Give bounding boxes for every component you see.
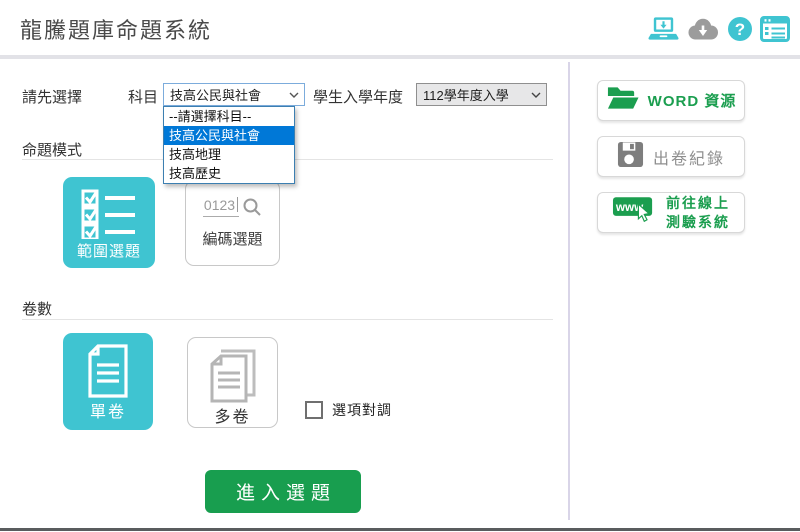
stacked-documents-icon [207,347,259,403]
help-icon[interactable]: ? [727,16,753,42]
exam-record-label: 出卷紀錄 [653,145,725,169]
single-paper-button[interactable]: 單卷 [63,333,153,430]
code-search-icon: 0123 [203,197,262,217]
range-select-label: 範圍選題 [77,240,141,261]
enroll-year-select[interactable]: 112學年度入學 [416,83,547,106]
paper-section-title: 卷數 [22,298,52,319]
dropdown-option-history[interactable]: 技高歷史 [164,164,294,183]
subject-label: 科目 [128,86,158,107]
word-resource-button[interactable]: WORD 資源 [597,80,745,121]
exam-list-icon[interactable] [760,16,790,42]
code-sample-text: 0123 [204,197,235,213]
chevron-down-icon [531,92,541,98]
online-test-button[interactable]: www 前往線上 測驗系統 [597,192,745,233]
vertical-divider [568,62,570,520]
subject-select[interactable]: 技高公民與社會 [163,83,305,106]
code-select-label: 編碼選題 [202,228,262,249]
online-test-label: 前往線上 測驗系統 [666,194,730,230]
swap-options-checkbox[interactable] [305,401,323,419]
floppy-disk-icon [617,141,644,173]
select-first-label: 請先選擇 [22,86,82,107]
app-window: 龍騰題庫命題系統 ? [0,0,800,532]
swap-options-label: 選項對調 [332,400,392,420]
single-document-icon [86,344,130,398]
bottom-border [0,528,800,531]
dropdown-option-civics[interactable]: 技高公民與社會 [164,126,294,145]
enroll-year-select-value: 112學年度入學 [423,85,509,104]
chevron-down-icon [289,92,299,98]
word-resource-label: WORD 資源 [648,90,737,111]
svg-text:?: ? [735,20,745,39]
section-divider [22,319,553,320]
subject-select-value: 技高公民與社會 [170,85,261,104]
cloud-download-icon[interactable] [686,17,720,41]
range-select-button[interactable]: 範圍選題 [63,177,155,268]
multi-paper-button[interactable]: 多卷 [187,337,278,428]
magnifier-icon [242,197,262,217]
dropdown-option-geography[interactable]: 技高地理 [164,145,294,164]
header-divider [0,55,800,59]
subject-dropdown-list: --請選擇科目-- 技高公民與社會 技高地理 技高歷史 [163,106,295,184]
header-toolbar: ? [648,16,790,42]
open-folder-icon [606,85,639,116]
swap-options-row[interactable]: 選項對調 [305,400,392,420]
code-select-button[interactable]: 0123 編碼選題 [185,180,280,266]
checklist-icon [81,187,137,240]
enroll-year-label: 學生入學年度 [313,86,403,107]
exam-record-button[interactable]: 出卷紀錄 [597,136,745,177]
enter-selection-button[interactable]: 進入選題 [205,470,361,513]
single-paper-label: 單卷 [90,398,126,422]
dropdown-option-placeholder[interactable]: --請選擇科目-- [164,107,294,126]
multi-paper-label: 多卷 [214,403,250,427]
page-title: 龍騰題庫命題系統 [20,13,212,45]
mode-section-title: 命題模式 [22,139,82,160]
laptop-download-icon[interactable] [648,16,679,42]
www-browser-icon: www [612,195,657,230]
